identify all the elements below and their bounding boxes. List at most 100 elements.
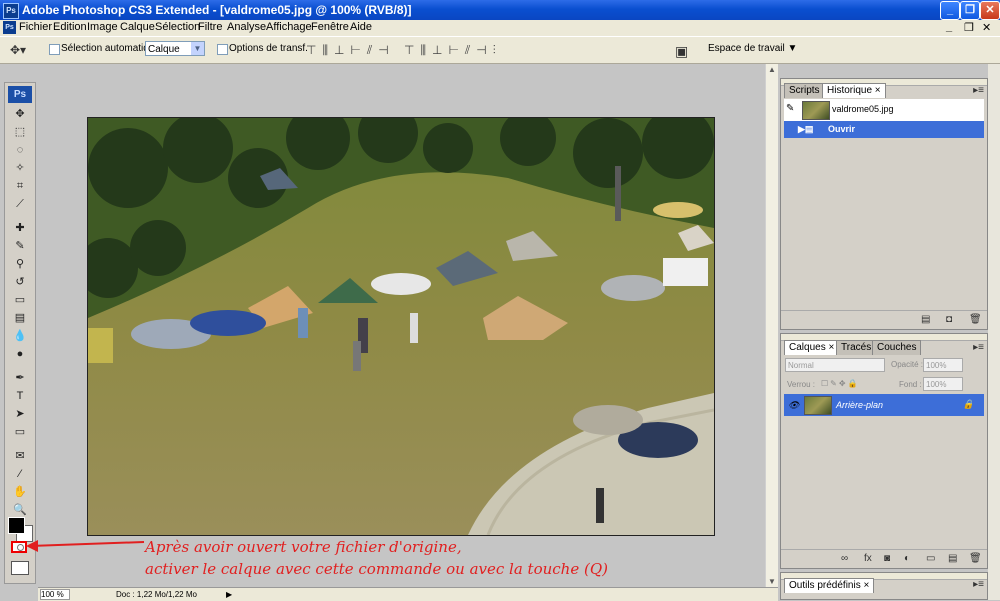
transform-controls-checkbox[interactable] <box>217 44 228 55</box>
window-title: Adobe Photoshop CS3 Extended - [valdrome… <box>22 3 412 17</box>
document-icon[interactable]: Ps <box>3 21 16 34</box>
panel-menu-icon[interactable]: ▸≡ <box>973 85 984 96</box>
new-layer-icon[interactable]: ▤ <box>948 553 957 564</box>
panel-dock-scrollbar[interactable] <box>988 64 1000 600</box>
fill-field[interactable]: 100% <box>923 377 963 391</box>
clone-stamp-icon[interactable]: ⚲ <box>11 257 29 271</box>
path-select-icon[interactable]: ➤ <box>11 407 29 421</box>
slice-tool-icon[interactable]: ⟋ <box>11 197 29 211</box>
marquee-tool-icon[interactable]: ⬚ <box>11 125 29 139</box>
scroll-up-arrow[interactable]: ▲ <box>766 64 778 76</box>
layer-row[interactable]: 👁 Arrière-plan 🔒 <box>784 394 984 416</box>
menu-fenetre[interactable]: Fenêtre <box>311 21 349 33</box>
tab-layers[interactable]: Calques × <box>784 340 840 355</box>
chevron-down-icon: ▼ <box>191 42 204 55</box>
lasso-tool-icon[interactable]: ◌ <box>11 143 29 157</box>
auto-select-checkbox[interactable] <box>49 44 60 55</box>
eyedropper-icon[interactable]: ⁄ <box>11 467 29 481</box>
transform-controls-label: Options de transf. <box>229 43 308 54</box>
align-distribute-icons[interactable]: ⊤⫼⊥⊢⫽⊣ ⊤⫼⊥⊢⫽⊣⫶ <box>306 43 502 58</box>
zoom-level-field[interactable]: 100 % <box>40 589 70 600</box>
layer-style-icon[interactable]: fx <box>864 553 872 564</box>
snapshot-thumbnail <box>802 101 830 120</box>
brush-tool-icon[interactable]: ✎ <box>11 239 29 253</box>
menu-bar: Ps Fichier Edition Image Calque Sélectio… <box>0 20 1000 36</box>
menu-affichage[interactable]: Affichage <box>266 21 312 33</box>
quick-mask-button[interactable] <box>11 541 27 553</box>
auto-select-dropdown[interactable]: Calque ▼ <box>145 41 205 56</box>
annotation-line-1: Après avoir ouvert votre fichier d'origi… <box>145 538 462 556</box>
history-step[interactable]: ▶▤ Ouvrir <box>784 121 984 138</box>
gradient-tool-icon[interactable]: ▤ <box>11 311 29 325</box>
palette-well-icon[interactable]: ▣ <box>675 43 688 60</box>
panel-menu-icon[interactable]: ▸≡ <box>973 342 984 353</box>
lock-icons[interactable]: ☐✎✥🔒 <box>821 379 860 388</box>
screen-mode-button[interactable] <box>11 561 29 575</box>
vertical-scrollbar[interactable]: ▲ ▼ <box>765 64 778 588</box>
hand-tool-icon[interactable]: ✋ <box>11 485 29 499</box>
history-brush-icon[interactable]: ↺ <box>11 275 29 289</box>
menu-filtre[interactable]: Filtre <box>198 21 222 33</box>
menu-edition[interactable]: Edition <box>53 21 87 33</box>
close-button[interactable]: ✕ <box>980 1 1000 20</box>
healing-brush-icon[interactable]: ✚ <box>11 221 29 235</box>
foreground-color-swatch[interactable] <box>8 517 25 534</box>
move-tool-preset-icon[interactable]: ✥▾ <box>10 43 26 57</box>
type-tool-icon[interactable]: T <box>11 389 29 403</box>
tab-tool-presets[interactable]: Outils prédéfinis × <box>784 578 875 593</box>
move-tool-icon[interactable]: ✥ <box>11 107 29 121</box>
doc-restore-button[interactable]: ❐ <box>964 21 974 34</box>
layer-name: Arrière-plan <box>836 400 884 410</box>
adjustment-layer-icon[interactable]: ◐ <box>904 553 910 564</box>
menu-selection[interactable]: Sélection <box>155 21 200 33</box>
maximize-button[interactable]: ❐ <box>960 1 980 20</box>
trash-icon[interactable]: 🗑 <box>969 314 982 325</box>
doc-minimize-button[interactable]: _ <box>946 21 952 33</box>
link-layers-icon[interactable]: ∞ <box>841 553 848 564</box>
history-snapshot[interactable]: ✎ valdrome05.jpg <box>784 99 984 121</box>
opacity-field[interactable]: 100% <box>923 358 963 372</box>
new-snapshot-icon[interactable]: ◘ <box>946 314 952 325</box>
new-document-from-state-icon[interactable]: ▤ <box>921 314 930 325</box>
crop-tool-icon[interactable]: ⌗ <box>11 179 29 193</box>
panel-menu-icon[interactable]: ▸≡ <box>973 579 984 590</box>
zoom-tool-icon[interactable]: 🔍 <box>11 503 29 517</box>
document-image[interactable] <box>87 117 715 536</box>
menu-fichier[interactable]: Fichier <box>19 21 52 33</box>
tab-history[interactable]: Historique × <box>822 83 886 98</box>
notes-tool-icon[interactable]: ✉ <box>11 449 29 463</box>
tab-paths[interactable]: Tracés <box>836 340 877 355</box>
menu-calque[interactable]: Calque <box>120 21 155 33</box>
lock-label: Verrou : <box>787 380 816 389</box>
blend-mode-dropdown[interactable]: Normal <box>785 358 885 372</box>
menu-image[interactable]: Image <box>87 21 118 33</box>
dodge-tool-icon[interactable]: ● <box>11 347 29 361</box>
title-bar: Ps Adobe Photoshop CS3 Extended - [valdr… <box>0 0 1000 20</box>
workspace-menu[interactable]: Espace de travail ▼ <box>708 43 797 54</box>
fill-label: Fond : <box>899 380 922 389</box>
history-brush-source-icon[interactable]: ✎ <box>786 103 794 114</box>
options-bar: ✥▾ Sélection automatique : Calque ▼ Opti… <box>0 36 1000 64</box>
eye-icon[interactable]: 👁 <box>788 400 799 411</box>
menu-aide[interactable]: Aide <box>350 21 372 33</box>
status-menu-arrow[interactable]: ▶ <box>226 588 232 601</box>
history-panel: Scripts Historique × ▸≡ ✎ valdrome05.jpg… <box>780 78 988 330</box>
menu-analyse[interactable]: Analyse <box>227 21 266 33</box>
minimize-button[interactable]: _ <box>940 1 960 20</box>
annotation-line-2: activer le calque avec cette commande ou… <box>145 560 608 578</box>
doc-close-button[interactable]: ✕ <box>982 21 991 34</box>
magic-wand-icon[interactable]: ✧ <box>11 161 29 175</box>
history-state-icon: ▶▤ <box>798 124 814 134</box>
tab-scripts[interactable]: Scripts <box>784 83 825 98</box>
eraser-tool-icon[interactable]: ▭ <box>11 293 29 307</box>
shape-tool-icon[interactable]: ▭ <box>11 425 29 439</box>
pen-tool-icon[interactable]: ✒ <box>11 371 29 385</box>
auto-select-value: Calque <box>148 44 180 55</box>
new-group-icon[interactable]: ▭ <box>926 553 935 564</box>
tab-channels[interactable]: Couches <box>872 340 922 355</box>
campsite-photo <box>88 118 714 535</box>
layer-mask-icon[interactable]: ◙ <box>884 553 890 564</box>
blur-tool-icon[interactable]: 💧 <box>11 329 29 343</box>
snapshot-label: valdrome05.jpg <box>832 104 894 114</box>
trash-icon[interactable]: 🗑 <box>969 553 982 564</box>
